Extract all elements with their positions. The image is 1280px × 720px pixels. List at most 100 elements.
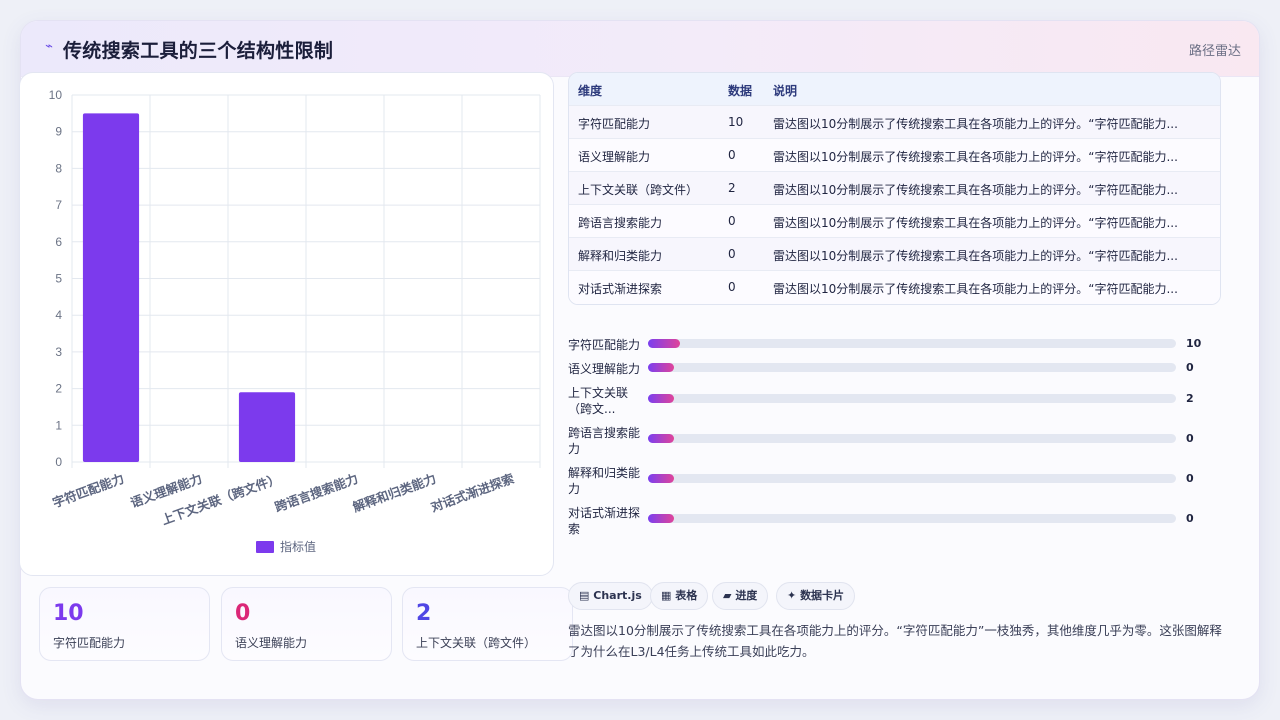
table-cell-note: 雷达图以10分制展示了传统搜索工具在各项能力上的评分。“字符匹配能力... (773, 183, 1178, 197)
table-cell-note: 雷达图以10分制展示了传统搜索工具在各项能力上的评分。“字符匹配能力... (773, 282, 1178, 296)
progress-track (648, 434, 1176, 443)
progress-track (648, 514, 1176, 523)
y-tick-label: 3 (55, 345, 62, 359)
y-tick-label: 5 (55, 272, 62, 286)
progress-track (648, 339, 1176, 348)
table-cell-value: 0 (728, 148, 736, 162)
stat-value: 2 (416, 601, 432, 626)
chip-chart[interactable]: ▤ Chart.js (568, 582, 653, 610)
table-header-value: 数据 (728, 84, 753, 98)
table-cell-value: 0 (728, 214, 736, 228)
progress-item: 解释和归类能力 0 (568, 464, 1228, 500)
progress-value: 0 (1186, 361, 1194, 374)
legend-label: 指标值 (280, 539, 316, 554)
progress-value: 2 (1186, 392, 1194, 405)
progress-value: 10 (1186, 337, 1202, 350)
chip-label: Chart.js (593, 589, 642, 602)
table-cell-note: 雷达图以10分制展示了传统搜索工具在各项能力上的评分。“字符匹配能力... (773, 117, 1178, 131)
progress-label: 对话式渐进探索 (568, 506, 641, 536)
bar-chart-panel: 0 1 2 3 4 5 6 7 8 9 10 字符匹配能力 语义理解能力 上下文关联（跨文件） 跨语言搜索能… (19, 72, 554, 576)
y-tick-label: 1 (55, 418, 62, 432)
stat-value: 0 (235, 601, 251, 626)
table-row: 语义理解能力 0 雷达图以10分制展示了传统搜索工具在各项能力上的评分。“字符匹配能… (569, 139, 1220, 172)
progress-item: 跨语言搜索能力 0 (568, 424, 1228, 460)
card-icon: ✦ (787, 589, 797, 602)
page-title: 传统搜索工具的三个结构性限制 (63, 40, 334, 62)
table-row: 解释和归类能力 0 雷达图以10分制展示了传统搜索工具在各项能力上的评分。“字符匹配… (569, 238, 1220, 271)
table-row: 上下文关联（跨文件） 2 雷达图以10分制展示了传统搜索工具在各项能力上的评分。“字… (569, 172, 1220, 205)
stat-card: 0 语义理解能力 (221, 587, 392, 661)
stat-value: 10 (53, 601, 84, 626)
table-cell-note: 雷达图以10分制展示了传统搜索工具在各项能力上的评分。“字符匹配能力... (773, 249, 1178, 263)
table-row: 跨语言搜索能力 0 雷达图以10分制展示了传统搜索工具在各项能力上的评分。“字符匹配… (569, 205, 1220, 238)
table-cell-dimension: 解释和归类能力 (578, 249, 663, 263)
table-cell-value: 2 (728, 181, 736, 195)
chip-table[interactable]: ▦ 表格 (650, 582, 709, 610)
table-cell-note: 雷达图以10分制展示了传统搜索工具在各项能力上的评分。“字符匹配能力... (773, 150, 1178, 164)
x-tick-label: 字符匹配能力 (50, 471, 126, 511)
progress-track (648, 394, 1176, 403)
y-tick-label: 10 (49, 88, 63, 102)
pulse-icon: ⌁ (45, 39, 53, 54)
table-cell-dimension: 语义理解能力 (578, 150, 651, 164)
progress-icon: ▰ (723, 589, 732, 602)
table-cell-dimension: 字符匹配能力 (578, 117, 651, 131)
y-tick-label: 7 (55, 198, 62, 212)
progress-fill (648, 363, 675, 372)
chip-progress[interactable]: ▰ 进度 (712, 582, 769, 610)
bar-3 (238, 392, 296, 462)
x-tick-label: 解释和归类能力 (351, 471, 438, 515)
progress-fill (648, 394, 675, 403)
y-tick-label: 4 (55, 308, 62, 322)
bar-chart: 012345678910字符匹配能力 语义理解能力上下文关联（跨文件）跨语言搜索能… (49, 88, 541, 554)
table-cell-dimension: 上下文关联（跨文件） (578, 183, 699, 197)
chip-label: 表格 (675, 589, 698, 602)
table-icon: ▦ (661, 589, 672, 602)
progress-item: 对话式渐进探索 0 (568, 504, 1228, 540)
y-tick-label: 0 (55, 455, 62, 469)
y-tick-label: 6 (55, 235, 62, 249)
chip-label: 进度 (735, 589, 758, 602)
table-header-dimension: 维度 (578, 84, 603, 98)
stat-label: 字符匹配能力 (53, 636, 126, 650)
table-header-row: 维度 数据 说明 (569, 73, 1220, 106)
table-cell-value: 0 (728, 280, 736, 294)
legend-swatch (256, 541, 274, 553)
header-bar: ⌁ 传统搜索工具的三个结构性限制 路径雷达 (21, 21, 1259, 77)
progress-value: 0 (1186, 432, 1194, 445)
progress-fill (648, 474, 675, 483)
progress-item: 上下文关联（跨文... 2 (568, 384, 1228, 420)
chip-label: 数据卡片 (800, 589, 845, 602)
stat-card: 2 上下文关联（跨文件） (402, 587, 573, 661)
table-header-note: 说明 (773, 84, 798, 98)
table-row: 字符匹配能力 10 雷达图以10分制展示了传统搜索工具在各项能力上的评分。“字符匹配… (569, 106, 1220, 139)
header-tag: 路径雷达 (1188, 44, 1241, 59)
progress-label: 解释和归类能力 (568, 466, 641, 496)
progress-value: 0 (1186, 472, 1194, 485)
y-tick-label: 2 (55, 382, 62, 396)
progress-track (648, 474, 1176, 483)
table-cell-value: 10 (728, 115, 744, 129)
table-cell-value: 0 (728, 247, 736, 261)
progress-fill (648, 339, 680, 348)
table-cell-note: 雷达图以10分制展示了传统搜索工具在各项能力上的评分。“字符匹配能力... (773, 216, 1178, 230)
chart-icon: ▤ (579, 589, 590, 602)
x-tick-label: 对话式渐进探索 (429, 471, 517, 515)
progress-fill (648, 434, 675, 443)
progress-label: 跨语言搜索能力 (568, 426, 641, 456)
progress-track (648, 363, 1176, 372)
progress-label: 语义理解能力 (568, 362, 641, 376)
y-tick-label: 9 (55, 125, 62, 139)
bar-1 (82, 113, 140, 462)
progress-label: 字符匹配能力 (568, 338, 641, 352)
chip-card[interactable]: ✦ 数据卡片 (776, 582, 856, 610)
progress-fill (648, 514, 675, 523)
x-tick-label: 跨语言搜索能力 (273, 471, 360, 515)
y-tick-label: 8 (55, 161, 62, 175)
progress-value: 0 (1186, 512, 1194, 525)
table-row: 对话式渐进探索 0 雷达图以10分制展示了传统搜索工具在各项能力上的评分。“字符匹配… (569, 271, 1220, 304)
data-table: 维度 数据 说明 字符匹配能力 10 雷达图以10分制展示了传统搜索工具在各项能力上… (568, 72, 1221, 305)
progress-label: 上下文关联（跨文... (568, 386, 629, 416)
stat-label: 上下文关联（跨文件） (416, 636, 537, 650)
table-cell-dimension: 对话式渐进探索 (578, 282, 663, 296)
